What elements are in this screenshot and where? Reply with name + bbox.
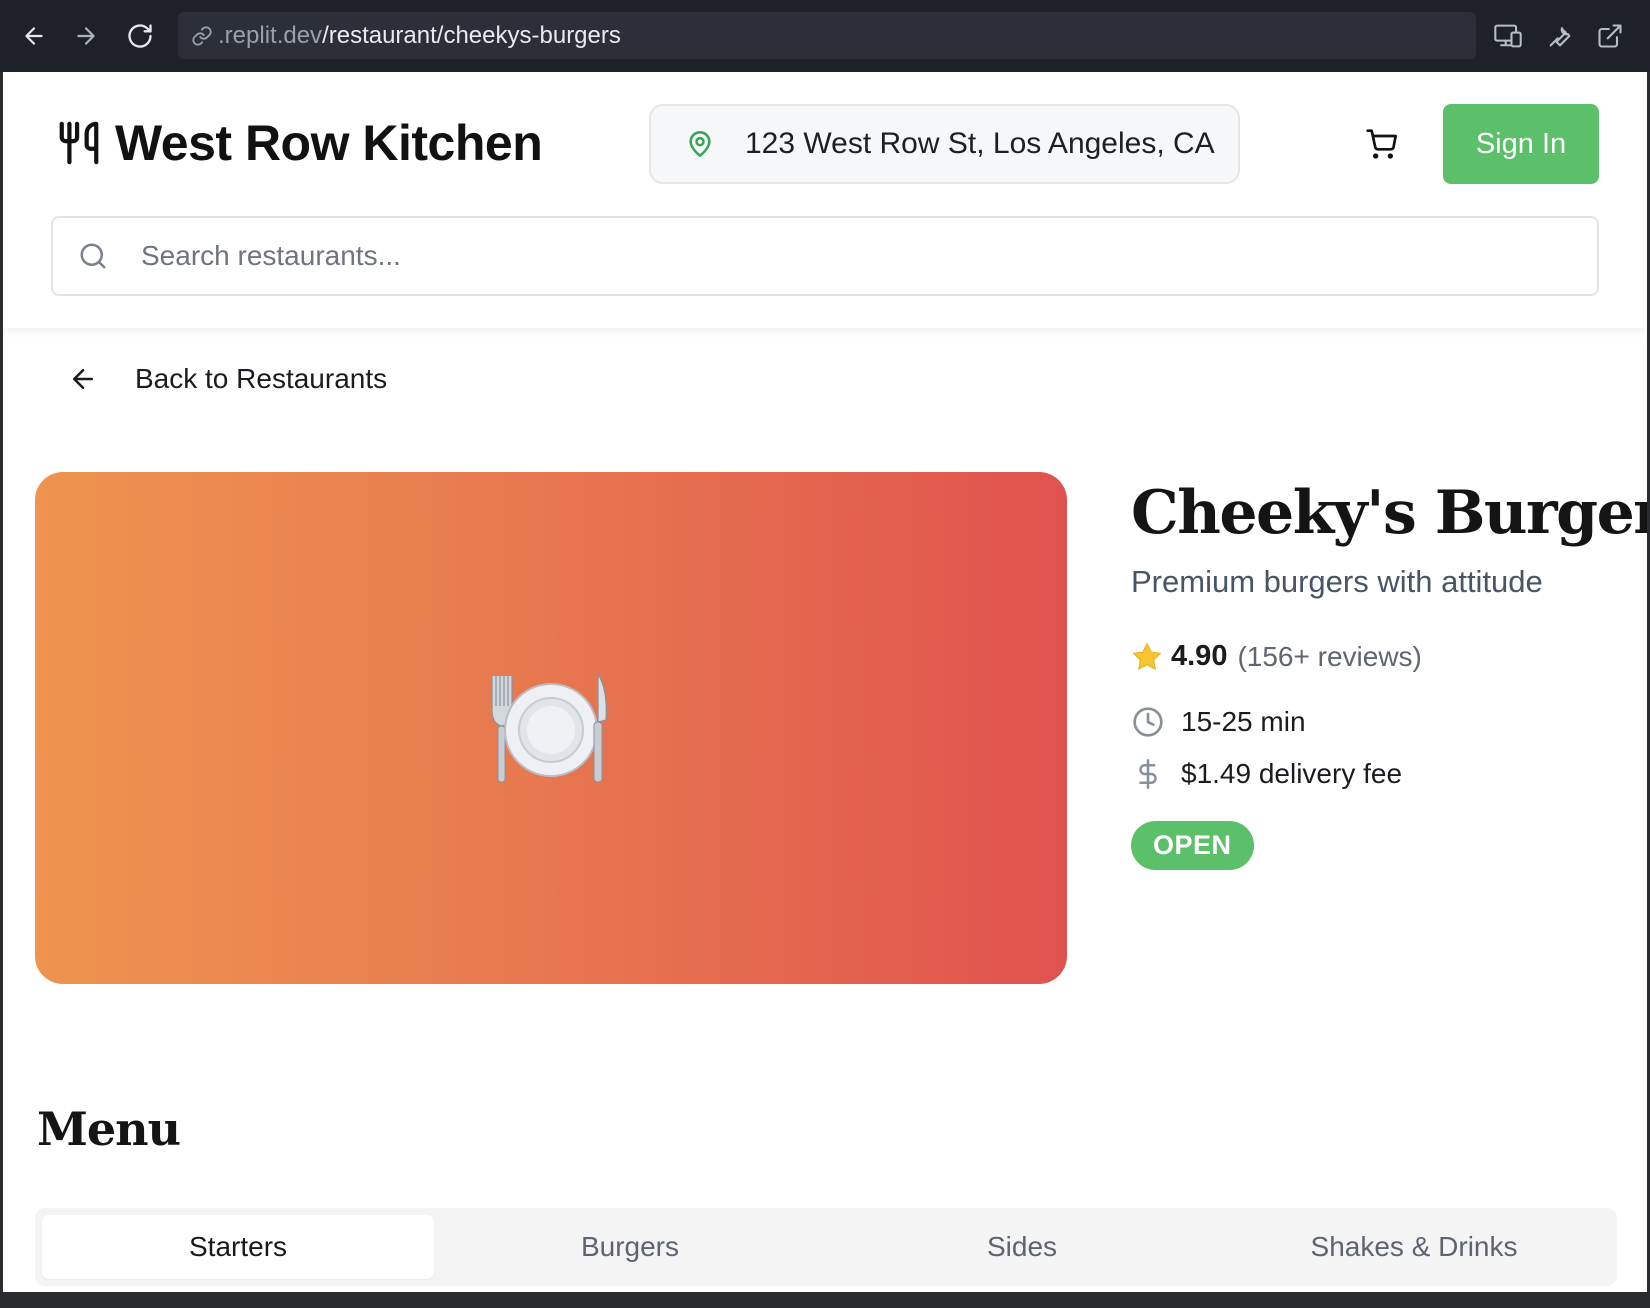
location-address: 123 West Row St, Los Angeles, CA: [745, 127, 1215, 160]
search-bar[interactable]: [51, 216, 1599, 296]
devices-icon[interactable]: [1488, 16, 1528, 56]
restaurant-hero-image: [35, 472, 1067, 984]
back-arrow-icon[interactable]: [14, 16, 54, 56]
status-badge: OPEN: [1131, 821, 1254, 870]
restaurant-name: Cheeky's Burgers: [1131, 478, 1647, 548]
tab-starters[interactable]: Starters: [42, 1215, 434, 1279]
url-text: .replit.dev/restaurant/cheekys-burgers: [218, 21, 621, 49]
rating-value: 4.90: [1171, 640, 1228, 672]
site-header: West Row Kitchen 123 West Row St, Los An…: [3, 72, 1647, 328]
page-viewport: West Row Kitchen 123 West Row St, Los An…: [3, 72, 1647, 1292]
back-to-restaurants-link[interactable]: Back to Restaurants: [65, 361, 387, 397]
tab-burgers[interactable]: Burgers: [434, 1215, 826, 1279]
utensils-icon: [53, 117, 105, 169]
search-icon: [75, 238, 111, 274]
restaurant-info: Cheeky's Burgers Premium burgers with at…: [1131, 472, 1647, 870]
location-selector[interactable]: 123 West Row St, Los Angeles, CA: [649, 104, 1240, 184]
link-icon: [188, 22, 216, 50]
clock-icon: [1131, 705, 1165, 739]
review-count: (156+ reviews): [1237, 640, 1422, 672]
delivery-time: 15-25 min: [1181, 706, 1306, 737]
plate-cutlery-icon: [491, 671, 607, 783]
back-link-label: Back to Restaurants: [135, 363, 388, 394]
map-pin-icon: [685, 129, 715, 159]
rating-row: 4.90 (156+ reviews): [1131, 640, 1647, 673]
sign-in-button[interactable]: Sign In: [1443, 104, 1599, 184]
tab-sides[interactable]: Sides: [826, 1215, 1218, 1279]
delivery-time-row: 15-25 min: [1131, 705, 1647, 739]
menu-heading: Menu: [37, 1102, 181, 1156]
star-icon: [1132, 641, 1162, 670]
brand-name: West Row Kitchen: [115, 115, 543, 171]
external-link-icon[interactable]: [1590, 16, 1630, 56]
wrench-icon[interactable]: [1540, 16, 1580, 56]
reload-icon[interactable]: [120, 16, 160, 56]
restaurant-tagline: Premium burgers with attitude: [1131, 564, 1543, 599]
cart-icon[interactable]: [1361, 124, 1401, 164]
browser-toolbar: .replit.dev/restaurant/cheekys-burgers: [0, 0, 1650, 72]
tab-shakes-drinks[interactable]: Shakes & Drinks: [1218, 1215, 1610, 1279]
delivery-fee-row: $1.49 delivery fee: [1131, 757, 1647, 791]
arrow-left-icon: [65, 361, 101, 397]
delivery-fee: $1.49 delivery fee: [1181, 758, 1403, 789]
forward-arrow-icon[interactable]: [66, 16, 106, 56]
search-input[interactable]: [141, 240, 1597, 272]
menu-tabs: Starters Burgers Sides Shakes & Drinks: [35, 1208, 1617, 1286]
dollar-icon: [1131, 757, 1165, 791]
address-bar[interactable]: .replit.dev/restaurant/cheekys-burgers: [178, 12, 1476, 59]
brand-logo[interactable]: West Row Kitchen: [53, 114, 543, 172]
